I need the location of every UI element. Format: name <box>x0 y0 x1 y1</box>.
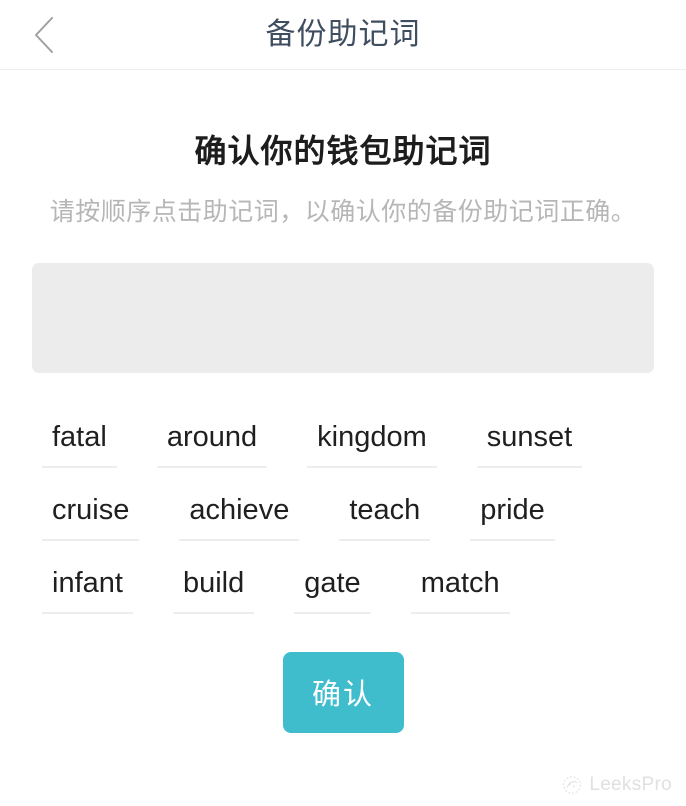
selected-words-box[interactable] <box>32 262 654 373</box>
word-chip[interactable]: achieve <box>179 488 300 541</box>
leekspro-logo-icon <box>561 774 583 796</box>
page-title: 备份助记词 <box>265 18 421 51</box>
confirm-button[interactable]: 确认 <box>282 651 404 733</box>
confirm-button-row: 确认 <box>32 651 654 733</box>
word-chip[interactable]: cruise <box>42 488 140 541</box>
word-chip[interactable]: build <box>172 561 255 614</box>
word-chip[interactable]: pride <box>470 488 555 541</box>
selected-words-list <box>32 263 654 283</box>
word-chip[interactable]: gate <box>294 561 371 614</box>
page-content: 确认你的钱包助记词 请按顺序点击助记词，以确认你的备份助记词正确。 fatal a… <box>0 132 686 733</box>
word-chip[interactable]: around <box>156 415 268 468</box>
content-subtitle: 请按顺序点击助记词，以确认你的备份助记词正确。 <box>49 198 637 227</box>
word-chip[interactable]: teach <box>339 488 431 541</box>
word-chip[interactable]: kingdom <box>307 415 437 468</box>
word-chip[interactable]: match <box>410 561 510 614</box>
word-chip[interactable]: fatal <box>42 415 117 468</box>
word-chip[interactable]: sunset <box>476 415 583 468</box>
word-bank: fatal around kingdom sunset cruise achieve tea… <box>32 415 654 614</box>
content-heading: 确认你的钱包助记词 <box>194 133 492 169</box>
watermark: LeeksPro <box>561 774 672 796</box>
watermark-label: LeeksPro <box>589 774 672 795</box>
navbar: 备份助记词 <box>0 0 686 70</box>
word-chip[interactable]: infant <box>42 561 133 614</box>
